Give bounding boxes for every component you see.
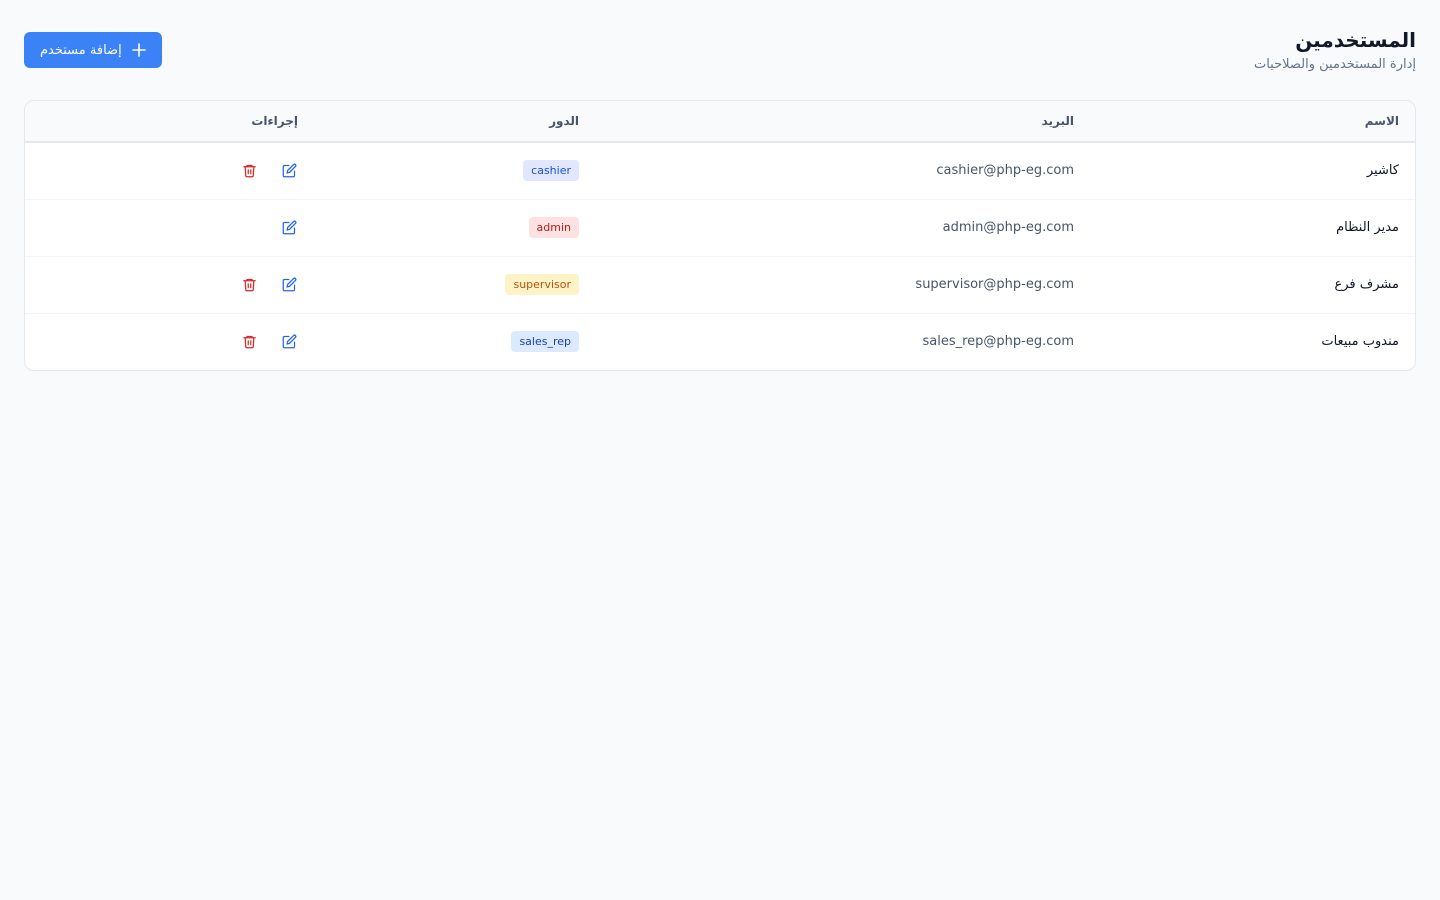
table-header-row: الاسم البريد الدور إجراءات <box>25 101 1415 142</box>
table-row: مندوب مبيعات sales_rep@php-eg.com sales_re… <box>25 313 1415 370</box>
user-actions-cell <box>25 199 314 256</box>
role-badge: supervisor <box>505 274 579 295</box>
column-header-actions: إجراءات <box>251 114 298 128</box>
user-role-cell: cashier <box>314 142 595 199</box>
row-actions <box>41 276 298 294</box>
user-role-cell: admin <box>314 199 595 256</box>
plus-icon <box>131 43 146 57</box>
role-badge: sales_rep <box>511 331 579 353</box>
table-row: مدير النظام admin@php-eg.com admin <box>25 199 1415 256</box>
users-table-body: كاشير cashier@php-eg.com cashier مدير النظا… <box>25 142 1415 370</box>
user-email-cell: sales_rep@php-eg.com <box>922 334 1074 350</box>
user-role-cell: supervisor <box>314 256 595 313</box>
user-name-cell: مشرف فرع <box>1334 277 1400 292</box>
user-name-cell: مندوب مبيعات <box>1321 334 1399 350</box>
edit-icon[interactable] <box>280 276 298 294</box>
user-name-cell: مدير النظام <box>1336 220 1399 235</box>
edit-icon[interactable] <box>280 333 298 351</box>
column-header-name: الاسم <box>1364 114 1399 128</box>
page-header: المستخدمين إدارة المستخدمين والصلاحيات إ… <box>24 24 1416 100</box>
user-actions-cell <box>25 256 314 313</box>
user-name-cell: كاشير <box>1366 163 1399 179</box>
role-badge: cashier <box>523 160 579 182</box>
users-table: الاسم البريد الدور إجراءات كاشير cashier@… <box>25 101 1415 370</box>
users-table-card: الاسم البريد الدور إجراءات كاشير cashier@… <box>24 100 1416 371</box>
column-header-email: البريد <box>1041 114 1074 128</box>
trash-icon[interactable] <box>240 276 258 294</box>
row-actions <box>41 333 298 351</box>
user-email-cell: cashier@php-eg.com <box>936 163 1074 179</box>
title-block: المستخدمين إدارة المستخدمين والصلاحيات <box>1254 24 1416 74</box>
trash-icon[interactable] <box>240 333 258 351</box>
edit-icon[interactable] <box>280 162 298 180</box>
trash-icon[interactable] <box>240 162 258 180</box>
row-actions <box>41 162 298 180</box>
add-user-button[interactable]: إضافة مستخدم <box>24 32 162 68</box>
column-header-role: الدور <box>549 114 579 128</box>
page-subtitle: إدارة المستخدمين والصلاحيات <box>1253 57 1416 72</box>
add-user-button-label: إضافة مستخدم <box>40 42 122 58</box>
user-email-cell: supervisor@php-eg.com <box>915 277 1074 292</box>
page-title: المستخدمين <box>1295 28 1416 52</box>
role-badge: admin <box>528 217 579 238</box>
user-actions-cell <box>25 142 314 199</box>
users-page: المستخدمين إدارة المستخدمين والصلاحيات إ… <box>0 0 1440 900</box>
user-role-cell: sales_rep <box>314 313 595 370</box>
user-actions-cell <box>25 313 314 370</box>
user-email-cell: admin@php-eg.com <box>942 220 1074 235</box>
table-row: مشرف فرع supervisor@php-eg.com supervisor <box>25 256 1415 313</box>
edit-icon[interactable] <box>280 219 298 237</box>
table-row: كاشير cashier@php-eg.com cashier <box>25 142 1415 199</box>
row-actions <box>41 219 298 237</box>
